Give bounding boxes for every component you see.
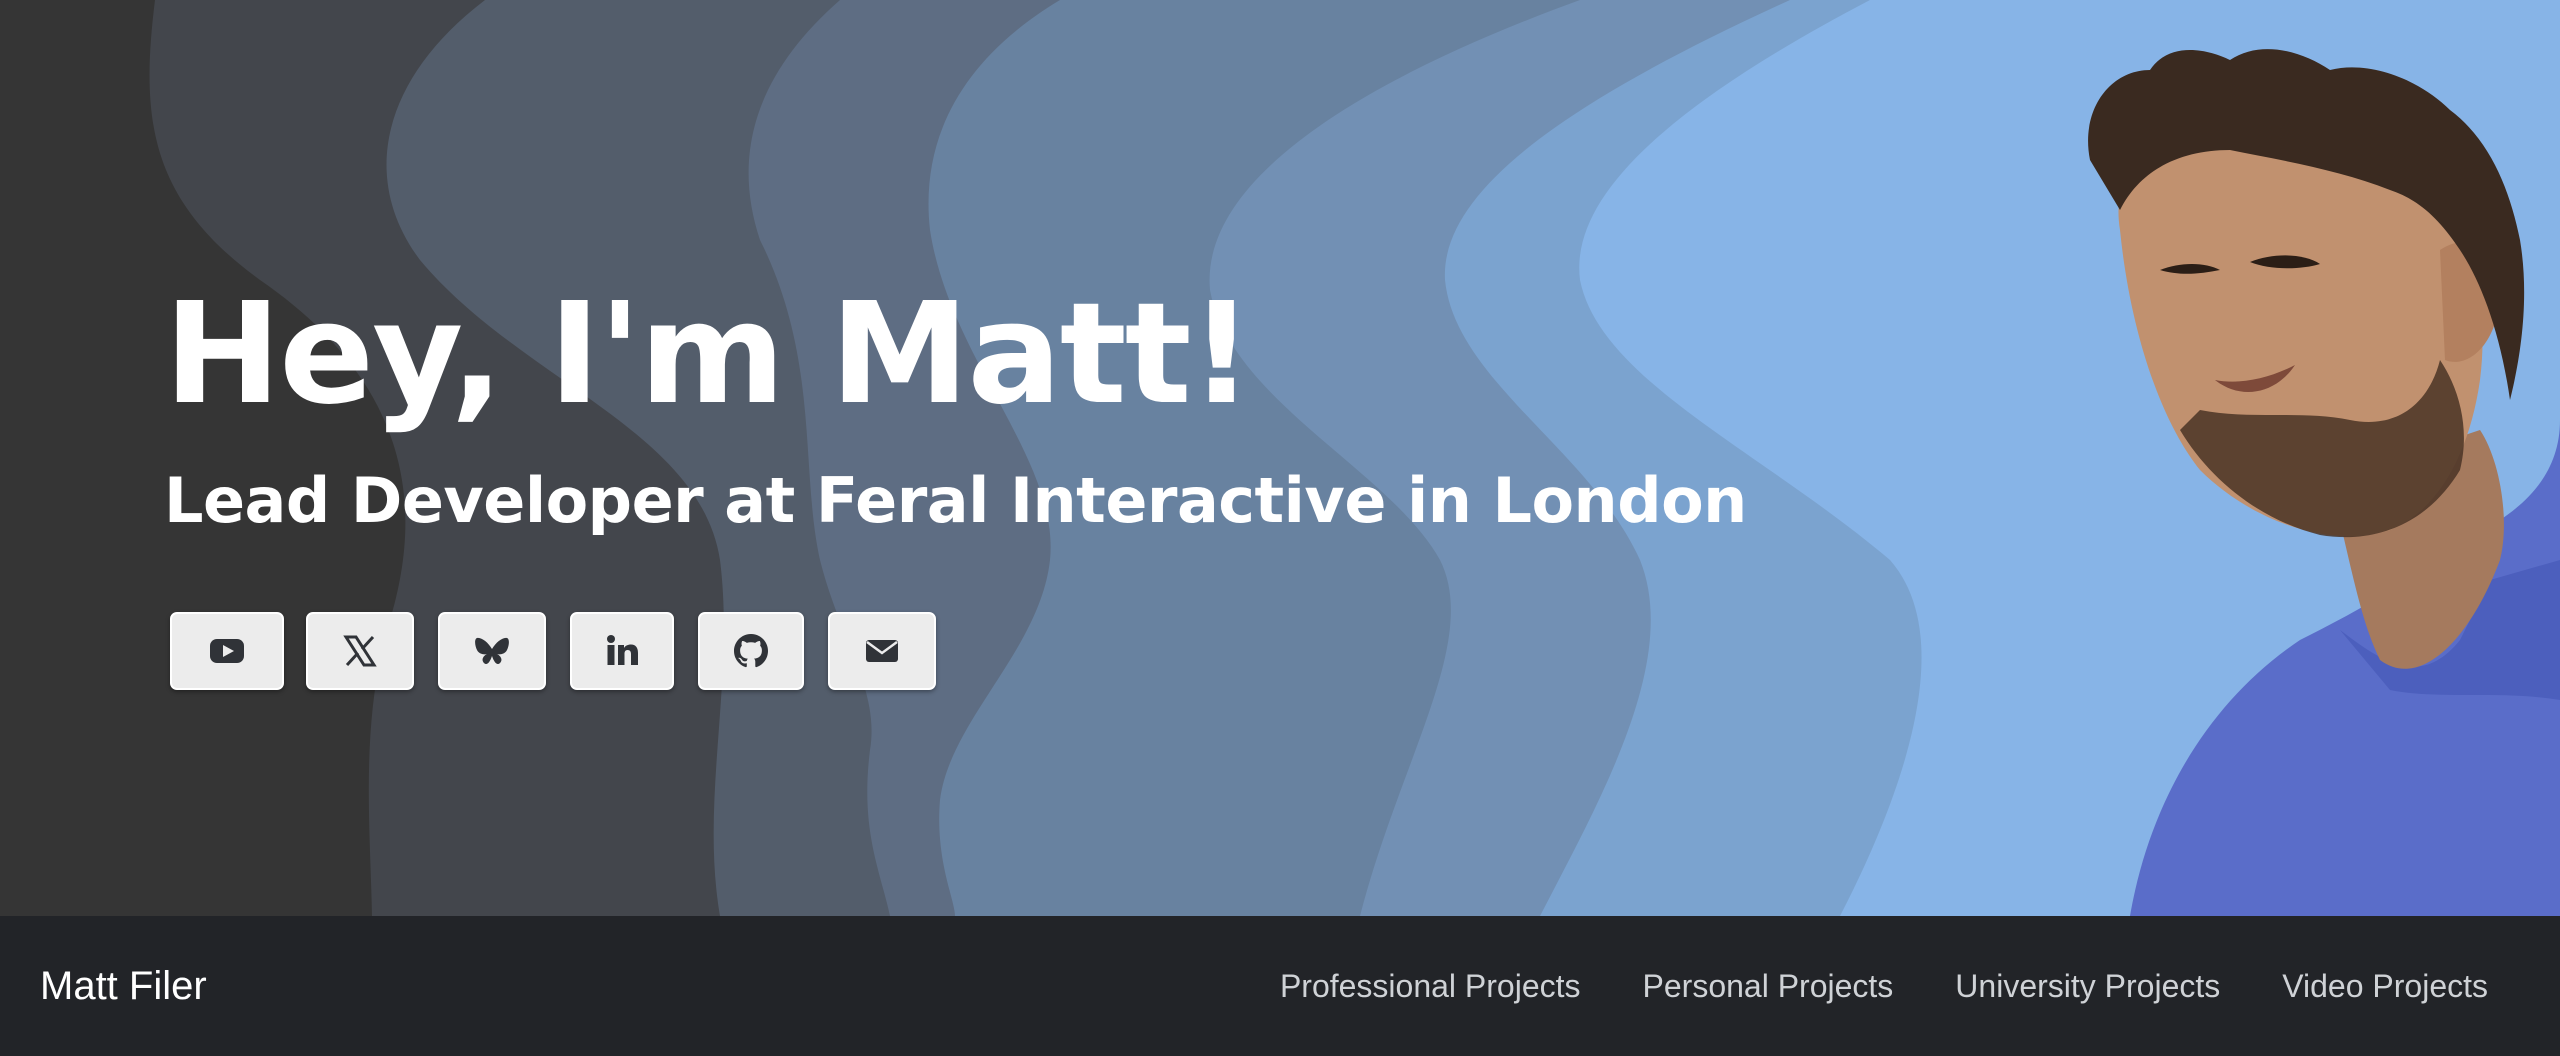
x-icon bbox=[343, 635, 377, 667]
linkedin-button[interactable] bbox=[570, 612, 674, 690]
youtube-button[interactable] bbox=[170, 612, 284, 690]
github-button[interactable] bbox=[698, 612, 804, 690]
email-button[interactable] bbox=[828, 612, 936, 690]
x-button[interactable] bbox=[306, 612, 414, 690]
youtube-icon bbox=[210, 639, 244, 663]
hero-subtitle: Lead Developer at Feral Interactive in L… bbox=[164, 464, 1747, 537]
nav-link-video-projects[interactable]: Video Projects bbox=[2282, 968, 2488, 1005]
hero-banner: Hey, I'm Matt! Lead Developer at Feral I… bbox=[0, 0, 2560, 916]
portrait-photo bbox=[2088, 49, 2560, 916]
linkedin-icon bbox=[607, 635, 638, 665]
hero-title: Hey, I'm Matt! bbox=[164, 273, 1253, 436]
nav-link-university-projects[interactable]: University Projects bbox=[1955, 968, 2220, 1005]
nav-link-personal-projects[interactable]: Personal Projects bbox=[1643, 968, 1894, 1005]
mail-icon bbox=[866, 640, 898, 662]
bluesky-icon bbox=[475, 637, 509, 665]
nav-link-professional-projects[interactable]: Professional Projects bbox=[1280, 968, 1581, 1005]
site-brand[interactable]: Matt Filer bbox=[40, 916, 207, 1056]
github-icon bbox=[734, 634, 768, 668]
top-navbar: Matt Filer Professional Projects Persona… bbox=[0, 916, 2560, 1056]
bluesky-button[interactable] bbox=[438, 612, 546, 690]
nav-links: Professional Projects Personal Projects … bbox=[1280, 916, 2488, 1056]
